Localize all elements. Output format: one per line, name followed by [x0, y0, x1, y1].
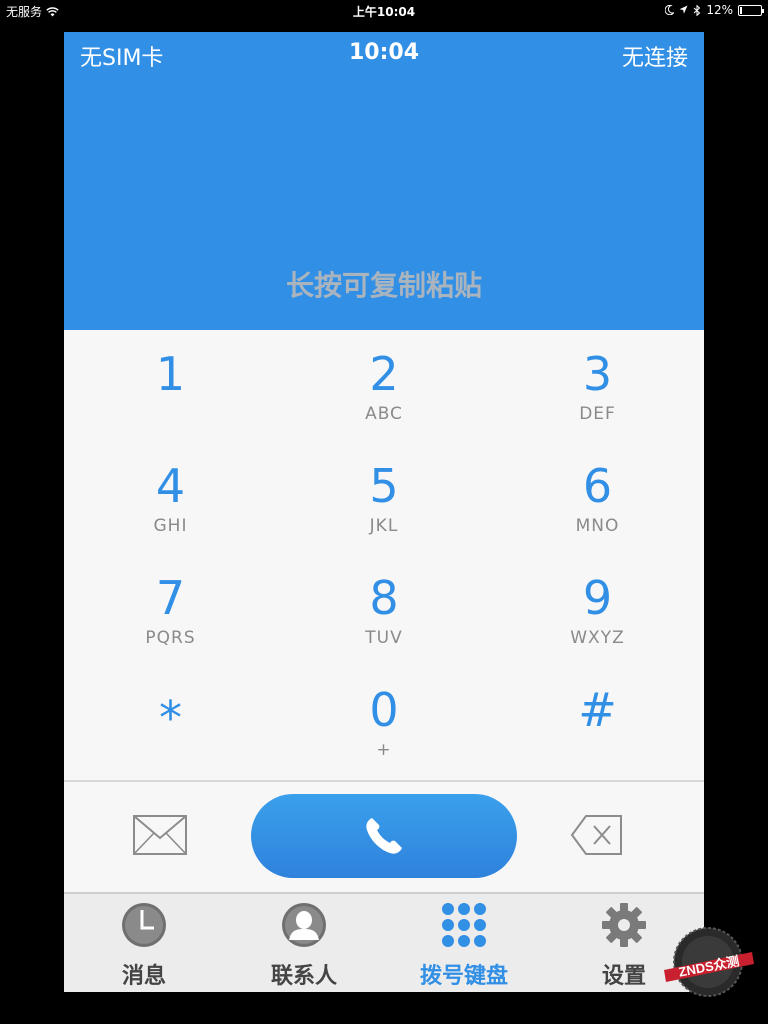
tab-messages[interactable]: 消息	[64, 894, 224, 992]
key-digit: 7	[155, 571, 186, 625]
key-digit: 6	[582, 459, 613, 513]
key-4[interactable]: 4 GHI	[64, 442, 277, 554]
key-letters: MNO	[575, 516, 620, 536]
clock-icon	[121, 902, 167, 948]
backspace-button[interactable]	[570, 814, 624, 856]
key-digit: #	[578, 683, 617, 737]
key-hash[interactable]: #	[491, 666, 704, 778]
key-5[interactable]: 5 JKL	[277, 442, 491, 554]
key-0[interactable]: 0 +	[277, 666, 491, 778]
dialer-app: 无SIM卡 10:04 无连接 长按可复制粘贴 1 2 ABC 3 DEF 4 GHI…	[64, 32, 704, 992]
system-indicators: 12%	[665, 3, 764, 17]
key-7[interactable]: 7 PQRS	[64, 554, 277, 666]
key-star[interactable]: *	[64, 666, 277, 778]
system-time: 上午10:04	[352, 5, 416, 19]
tab-label: 消息	[121, 964, 166, 989]
connection-status: 无连接	[621, 46, 688, 71]
key-2[interactable]: 2 ABC	[277, 330, 491, 442]
moon-icon	[665, 5, 675, 15]
key-digit: 9	[582, 571, 613, 625]
key-digit: 2	[369, 347, 399, 401]
keypad-icon	[441, 902, 487, 948]
tab-dialpad[interactable]: 拨号键盘	[384, 894, 544, 992]
location-icon	[679, 5, 688, 14]
number-display-hint[interactable]: 长按可复制粘贴	[64, 264, 704, 304]
key-digit: 1	[155, 347, 186, 401]
key-letters: DEF	[579, 404, 616, 424]
envelope-icon	[133, 815, 187, 855]
tab-bar: 消息 联系人 拨号键盘 设置	[64, 894, 704, 992]
dial-keypad: 1 2 ABC 3 DEF 4 GHI 5 JKL 6 MNO 7 PQRS 8 TUV 9 W…	[64, 330, 704, 780]
key-digit: *	[159, 691, 182, 745]
tab-label: 拨号键盘	[419, 964, 508, 989]
key-digit: 3	[582, 347, 613, 401]
znds-watermark: ZNDS众测	[660, 926, 756, 998]
key-digit: 4	[155, 459, 186, 513]
key-digit: 0	[369, 683, 399, 737]
tab-contacts[interactable]: 联系人	[224, 894, 384, 992]
tab-label: 联系人	[270, 964, 337, 989]
key-digit: 8	[369, 571, 399, 625]
key-6[interactable]: 6 MNO	[491, 442, 704, 554]
key-1[interactable]: 1	[64, 330, 277, 442]
key-letters: WXYZ	[570, 628, 625, 648]
key-letters: +	[376, 740, 392, 760]
key-8[interactable]: 8 TUV	[277, 554, 491, 666]
message-button[interactable]	[132, 812, 188, 858]
gear-icon	[601, 902, 647, 948]
call-button[interactable]	[251, 794, 517, 878]
backspace-icon	[570, 815, 622, 855]
key-letters: TUV	[365, 628, 403, 648]
battery-icon	[738, 4, 764, 16]
key-letters: PQRS	[145, 628, 196, 648]
dial-actions	[64, 782, 704, 892]
phone-icon	[366, 818, 402, 854]
system-status-bar: 无服务 上午10:04 12%	[0, 0, 768, 20]
key-letters: GHI	[153, 516, 188, 536]
key-letters: JKL	[369, 516, 399, 536]
dialer-header: 无SIM卡 10:04 无连接 长按可复制粘贴	[64, 32, 704, 330]
key-letters: ABC	[365, 404, 403, 424]
key-3[interactable]: 3 DEF	[491, 330, 704, 442]
key-9[interactable]: 9 WXYZ	[491, 554, 704, 666]
bluetooth-icon	[693, 4, 701, 16]
key-digit: 5	[369, 459, 399, 513]
battery-percent: 12%	[706, 3, 733, 17]
header-time: 10:04	[348, 40, 420, 65]
contact-icon	[281, 902, 327, 948]
battery-fill	[740, 6, 742, 14]
